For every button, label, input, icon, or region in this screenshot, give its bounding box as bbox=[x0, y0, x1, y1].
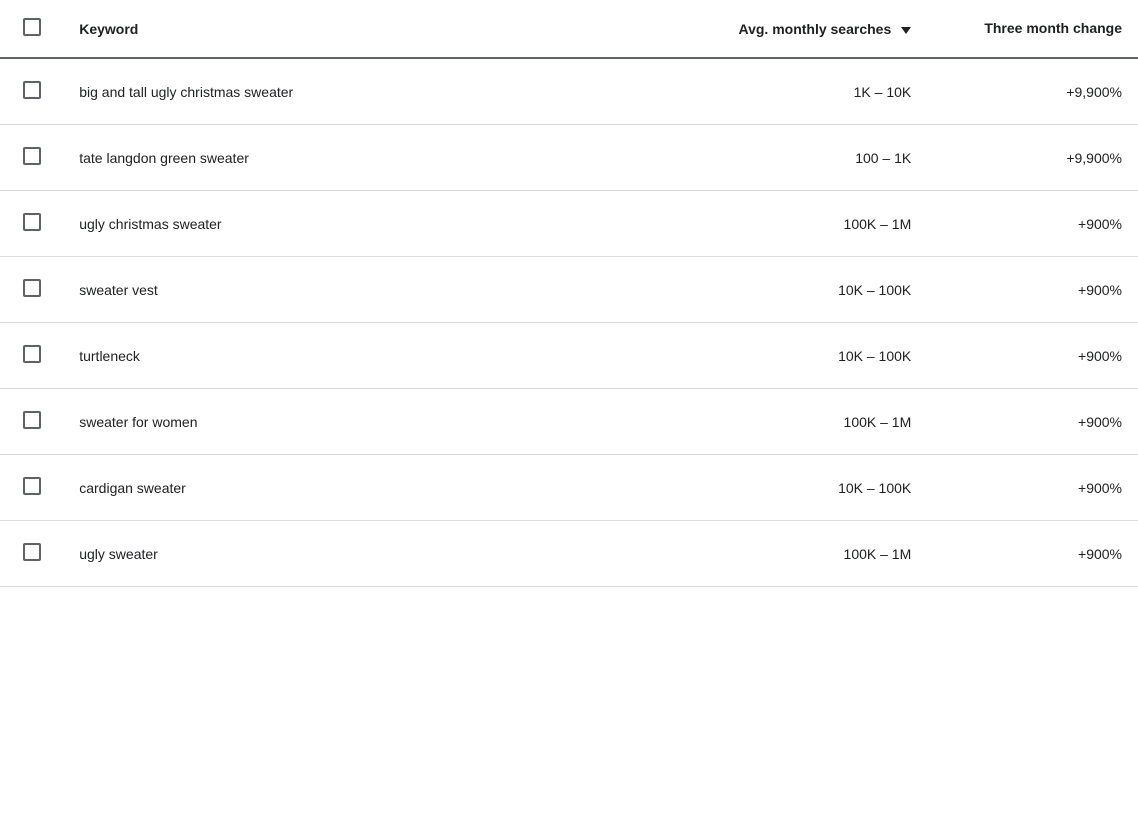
row-checkbox-0[interactable] bbox=[23, 81, 41, 99]
header-three-month: Three month change bbox=[927, 0, 1138, 58]
row-checkbox-cell bbox=[0, 521, 63, 587]
row-checkbox-4[interactable] bbox=[23, 345, 41, 363]
row-three-month-4: +900% bbox=[927, 323, 1138, 389]
row-three-month-5: +900% bbox=[927, 389, 1138, 455]
row-avg-monthly-5: 100K – 1M bbox=[611, 389, 927, 455]
row-avg-monthly-3: 10K – 100K bbox=[611, 257, 927, 323]
header-checkbox-cell bbox=[0, 0, 63, 58]
row-three-month-1: +9,900% bbox=[927, 125, 1138, 191]
table-row: turtleneck 10K – 100K +900% bbox=[0, 323, 1138, 389]
row-checkbox-cell bbox=[0, 191, 63, 257]
row-three-month-0: +9,900% bbox=[927, 58, 1138, 125]
row-avg-monthly-0: 1K – 10K bbox=[611, 58, 927, 125]
row-three-month-3: +900% bbox=[927, 257, 1138, 323]
header-avg-monthly: Avg. monthly searches bbox=[611, 0, 927, 58]
keywords-table: Keyword Avg. monthly searches Three mont… bbox=[0, 0, 1138, 587]
row-checkbox-cell bbox=[0, 389, 63, 455]
keywords-table-container: Keyword Avg. monthly searches Three mont… bbox=[0, 0, 1138, 587]
row-keyword-3: sweater vest bbox=[63, 257, 611, 323]
row-checkbox-cell bbox=[0, 455, 63, 521]
row-avg-monthly-2: 100K – 1M bbox=[611, 191, 927, 257]
table-row: big and tall ugly christmas sweater 1K –… bbox=[0, 58, 1138, 125]
row-keyword-0: big and tall ugly christmas sweater bbox=[63, 58, 611, 125]
table-row: ugly sweater 100K – 1M +900% bbox=[0, 521, 1138, 587]
table-header-row: Keyword Avg. monthly searches Three mont… bbox=[0, 0, 1138, 58]
row-checkbox-cell bbox=[0, 58, 63, 125]
row-keyword-2: ugly christmas sweater bbox=[63, 191, 611, 257]
row-checkbox-cell bbox=[0, 125, 63, 191]
table-row: tate langdon green sweater 100 – 1K +9,9… bbox=[0, 125, 1138, 191]
row-checkbox-5[interactable] bbox=[23, 411, 41, 429]
sort-down-icon[interactable] bbox=[901, 21, 911, 37]
select-all-checkbox[interactable] bbox=[23, 18, 41, 36]
row-checkbox-3[interactable] bbox=[23, 279, 41, 297]
row-keyword-1: tate langdon green sweater bbox=[63, 125, 611, 191]
row-checkbox-cell bbox=[0, 323, 63, 389]
row-keyword-7: ugly sweater bbox=[63, 521, 611, 587]
row-checkbox-7[interactable] bbox=[23, 543, 41, 561]
row-avg-monthly-1: 100 – 1K bbox=[611, 125, 927, 191]
avg-monthly-header-label: Avg. monthly searches bbox=[738, 21, 891, 37]
row-checkbox-6[interactable] bbox=[23, 477, 41, 495]
row-keyword-5: sweater for women bbox=[63, 389, 611, 455]
row-three-month-7: +900% bbox=[927, 521, 1138, 587]
table-row: ugly christmas sweater 100K – 1M +900% bbox=[0, 191, 1138, 257]
row-keyword-6: cardigan sweater bbox=[63, 455, 611, 521]
row-avg-monthly-4: 10K – 100K bbox=[611, 323, 927, 389]
row-three-month-2: +900% bbox=[927, 191, 1138, 257]
header-keyword: Keyword bbox=[63, 0, 611, 58]
row-keyword-4: turtleneck bbox=[63, 323, 611, 389]
table-row: sweater vest 10K – 100K +900% bbox=[0, 257, 1138, 323]
keyword-header-label: Keyword bbox=[79, 21, 138, 37]
row-checkbox-cell bbox=[0, 257, 63, 323]
table-row: sweater for women 100K – 1M +900% bbox=[0, 389, 1138, 455]
table-row: cardigan sweater 10K – 100K +900% bbox=[0, 455, 1138, 521]
row-avg-monthly-7: 100K – 1M bbox=[611, 521, 927, 587]
row-checkbox-1[interactable] bbox=[23, 147, 41, 165]
row-three-month-6: +900% bbox=[927, 455, 1138, 521]
three-month-header-label: Three month change bbox=[984, 20, 1122, 36]
row-checkbox-2[interactable] bbox=[23, 213, 41, 231]
row-avg-monthly-6: 10K – 100K bbox=[611, 455, 927, 521]
